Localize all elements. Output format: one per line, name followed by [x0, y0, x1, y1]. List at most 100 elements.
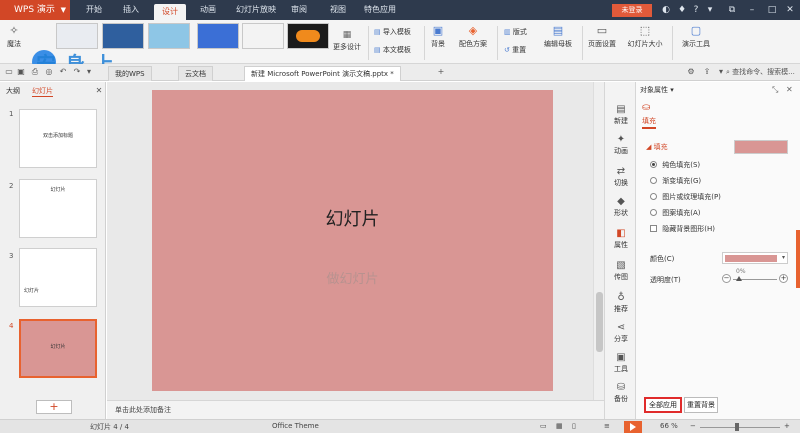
zoom-out-icon[interactable]: − [690, 422, 696, 430]
tab-view[interactable]: 视图 [330, 0, 346, 20]
radio[interactable] [650, 209, 657, 216]
chevron-down-icon[interactable]: ▾ [84, 67, 94, 77]
design-thumb-1[interactable] [56, 23, 98, 49]
apply-all-button[interactable]: 全部应用 [644, 397, 682, 413]
reset-button[interactable]: ↺ 重置 [504, 45, 526, 55]
side-item-new[interactable]: ▤ 新建 [605, 104, 637, 126]
magic-button[interactable]: ✧ 魔法 [4, 24, 24, 49]
more-design-button[interactable]: ▦ 更多设计 [330, 30, 364, 52]
presentation-tools-button[interactable]: ▢ 演示工具 [676, 24, 716, 49]
redo-icon[interactable]: ↷ [72, 67, 82, 77]
design-thumb-4[interactable] [197, 23, 239, 49]
option-solid-fill[interactable]: 纯色填充(S) [650, 160, 700, 170]
option-picture-fill[interactable]: 图片或纹理填充(P) [650, 192, 721, 202]
background-button[interactable]: ▣ 背景 [427, 24, 449, 49]
side-item-upload-image[interactable]: ▧ 传图 [605, 260, 637, 282]
slide-thumb-3[interactable]: 幻灯片 [19, 248, 97, 307]
slider-knob[interactable] [736, 276, 742, 281]
close-icon[interactable]: ✕ [94, 86, 104, 96]
tab-slides[interactable]: 幻灯片 [32, 86, 53, 97]
maximize-icon[interactable]: □ [766, 4, 778, 16]
pin-icon[interactable]: ⤡ [772, 85, 778, 95]
side-item-transition[interactable]: ⇄ 切换 [605, 166, 637, 188]
tab-fill[interactable]: 填充 [642, 116, 656, 129]
current-slide[interactable]: 幻灯片 做幻灯片 [152, 90, 553, 391]
undo-icon[interactable]: ↶ [58, 67, 68, 77]
close-icon[interactable]: ✕ [784, 4, 796, 16]
side-item-recommend[interactable]: ♁ 推荐 [605, 292, 637, 314]
normal-view-icon[interactable]: ▭ [540, 422, 547, 430]
notes-view-icon[interactable]: ≡ [604, 422, 610, 430]
color-dropdown[interactable]: ▾ [722, 252, 788, 264]
edit-master-button[interactable]: ▤ 编辑母板 [540, 24, 576, 49]
save-icon[interactable]: ▣ [16, 67, 26, 77]
tab-review[interactable]: 审阅 [291, 0, 307, 20]
side-item-tools[interactable]: ▣ 工具 [605, 352, 637, 374]
tab-home[interactable]: 开始 [86, 0, 102, 20]
chevron-down-icon[interactable]: ▾ [716, 67, 726, 77]
command-search[interactable]: ⌕ 查找命令、搜索模... [726, 67, 795, 77]
preview-icon[interactable]: ◎ [44, 67, 54, 77]
open-icon[interactable]: ▭ [4, 67, 14, 77]
side-item-share[interactable]: ⋖ 分享 [605, 322, 637, 344]
vertical-scrollbar[interactable] [593, 82, 604, 400]
design-thumb-2[interactable] [102, 23, 144, 49]
app-menu-button[interactable]: WPS 演示 ▼ [0, 0, 70, 20]
zoom-slider[interactable] [700, 427, 780, 428]
design-thumb-5[interactable] [242, 23, 284, 49]
side-item-animation[interactable]: ✦ 动画 [605, 134, 637, 156]
checkbox[interactable] [650, 225, 657, 232]
tab-my-wps[interactable]: 我的WPS [108, 66, 152, 81]
side-item-backup[interactable]: ⛁ 备份 [605, 382, 637, 404]
design-thumb-6[interactable] [287, 23, 329, 49]
scrollbar-thumb[interactable] [596, 292, 603, 352]
tab-document[interactable]: 新建 Microsoft PowerPoint 演示文稿.pptx * [244, 66, 401, 81]
paint-bucket-icon[interactable]: ⛀ [642, 102, 656, 114]
hide-background-checkbox[interactable]: 隐藏背景图形(H) [650, 224, 715, 234]
tab-special[interactable]: 特色应用 [364, 0, 396, 20]
reset-background-button[interactable]: 重置背景 [684, 397, 718, 413]
option-pattern-fill[interactable]: 图案填充(A) [650, 208, 701, 218]
radio[interactable] [650, 177, 657, 184]
tab-design[interactable]: 设计 [154, 4, 186, 20]
import-template-button[interactable]: ▤ 导入模板 [374, 27, 411, 37]
layout-button[interactable]: ▥ 版式 [504, 27, 527, 37]
slide-thumb-1[interactable]: 双击添加标题 [19, 109, 97, 168]
reading-view-icon[interactable]: ▯ [572, 422, 576, 430]
print-icon[interactable]: ⎙ [30, 67, 40, 77]
minimize-icon[interactable]: – [746, 4, 758, 16]
side-item-shape[interactable]: ◆ 形状 [605, 196, 637, 218]
color-scheme-button[interactable]: ◈ 配色方案 [454, 24, 492, 49]
side-handle[interactable] [796, 230, 800, 288]
login-button[interactable]: 未登录 [612, 4, 652, 17]
settings-icon[interactable]: ⚙ [686, 67, 696, 77]
zoom-knob[interactable] [735, 423, 739, 431]
slide-thumb-4[interactable]: 幻灯片 [19, 319, 97, 378]
tab-slideshow[interactable]: 幻灯片放映 [236, 0, 276, 20]
restore-icon[interactable]: ⧉ [726, 4, 738, 16]
play-button[interactable] [624, 421, 642, 433]
slide-thumb-2[interactable]: 幻灯片 [19, 179, 97, 238]
zoom-in-icon[interactable]: + [784, 422, 790, 430]
add-tab-icon[interactable]: + [436, 67, 446, 77]
close-icon[interactable]: ✕ [786, 85, 793, 94]
notes-pane[interactable]: 单击此处添加备注 [107, 400, 604, 419]
skin-icon[interactable]: ◐ [660, 4, 672, 16]
share-icon[interactable]: ⇪ [702, 67, 712, 77]
transparency-slider[interactable]: − 0% + [722, 268, 788, 286]
slide-title[interactable]: 幻灯片 [152, 205, 553, 231]
slide-subtitle[interactable]: 做幻灯片 [152, 268, 553, 287]
page-setup-button[interactable]: ▭ 页面设置 [584, 24, 620, 49]
tab-cloud-docs[interactable]: 云文档 [178, 66, 213, 81]
this-template-button[interactable]: ▤ 本文模板 [374, 45, 411, 55]
minus-icon[interactable]: − [722, 274, 731, 283]
option-gradient-fill[interactable]: 渐变填充(G) [650, 176, 701, 186]
design-thumb-3[interactable] [148, 23, 190, 49]
sorter-view-icon[interactable]: ▦ [556, 422, 563, 430]
plus-icon[interactable]: + [779, 274, 788, 283]
gift-icon[interactable]: ♦ [676, 4, 688, 16]
help-icon[interactable]: ? [690, 4, 702, 16]
side-item-properties[interactable]: ◧ 属性 [605, 228, 637, 250]
radio[interactable] [650, 193, 657, 200]
radio-selected[interactable] [650, 161, 657, 168]
